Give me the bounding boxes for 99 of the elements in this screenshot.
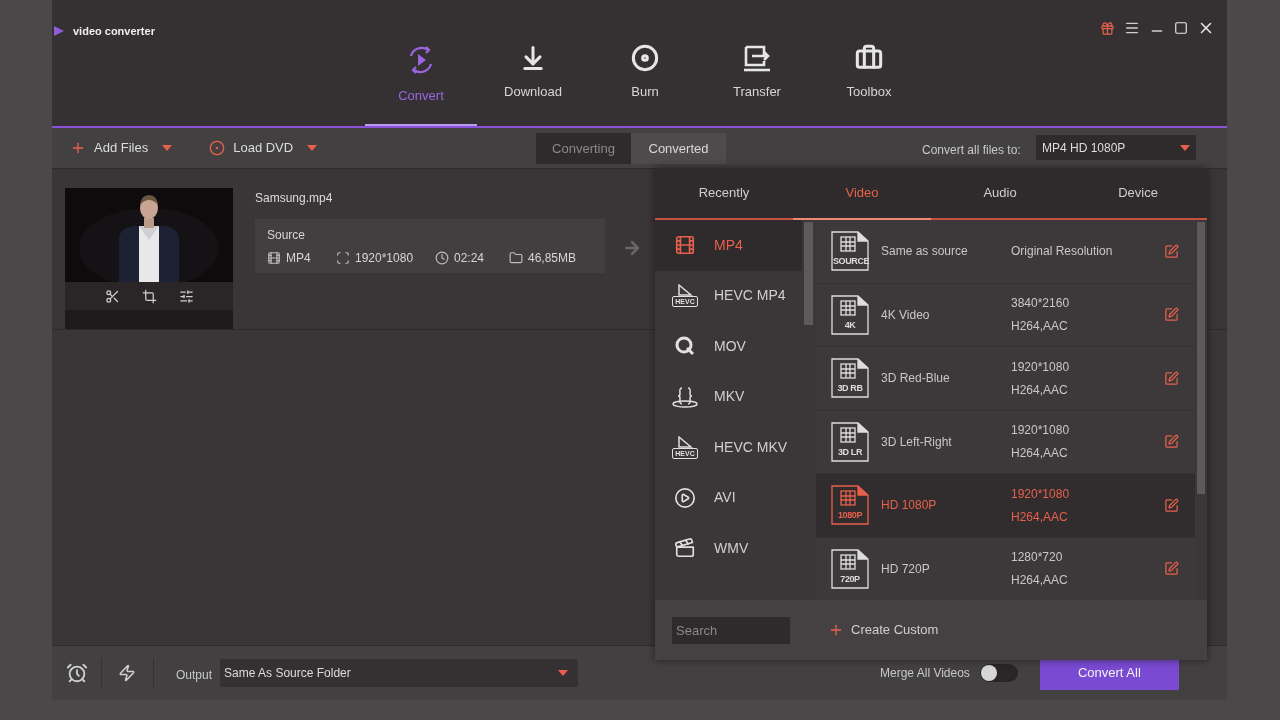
preset-detail: H264,AAC <box>1011 572 1069 590</box>
nav-tab[interactable]: Transfer <box>701 44 813 126</box>
clock-icon <box>435 251 449 265</box>
preset-row[interactable]: 4K 4K Video 3840*2160 H264,AAC <box>816 283 1195 346</box>
plus-icon <box>70 140 86 156</box>
preset-detail: Original Resolution <box>1011 243 1114 261</box>
nav-tab[interactable]: Toolbox <box>813 44 925 126</box>
scissors-icon[interactable] <box>104 288 120 304</box>
app-title: video converter <box>73 24 155 39</box>
nav-tab[interactable]: Download <box>477 44 589 126</box>
preset-name: 3D Red-Blue <box>881 370 951 388</box>
output-label: Output <box>176 666 213 684</box>
arrow-icon <box>622 238 642 258</box>
duration-value: 02:24 <box>454 250 486 267</box>
load-dvd-button[interactable]: Load DVD <box>209 138 294 158</box>
plus-icon <box>828 622 844 638</box>
icon-label: 3D RB <box>836 383 864 395</box>
merge-label: Merge All Videos <box>880 665 970 682</box>
resolution-icon <box>336 251 350 265</box>
quicktime-icon <box>674 335 696 358</box>
logo-icon <box>54 26 64 37</box>
add-files-button[interactable]: Add Files <box>70 138 149 158</box>
disc-icon <box>209 140 226 156</box>
preset-detail: H264,AAC <box>1011 318 1069 336</box>
sliders-icon[interactable] <box>178 288 194 304</box>
format-item[interactable]: WMV <box>655 523 802 574</box>
edit-icon[interactable] <box>1164 434 1179 450</box>
play-triangle-icon <box>677 284 693 297</box>
icon-label: 3D LR <box>837 446 863 458</box>
preset-detail: 1920*1080 <box>1011 485 1071 503</box>
search-field[interactable]: Search <box>672 616 790 644</box>
preset-name: 4K Video <box>881 306 931 324</box>
crop-icon[interactable] <box>141 288 157 304</box>
scrollbar-thumb[interactable] <box>1197 222 1205 494</box>
resolution-value: 1920*1080 <box>355 250 415 267</box>
edit-icon[interactable] <box>1164 243 1179 259</box>
lightning-icon[interactable] <box>118 664 136 682</box>
status-tab[interactable]: Converting <box>536 133 631 164</box>
preset-name: HD 1080P <box>881 497 938 515</box>
caret-icon <box>307 145 318 151</box>
preset-detail: 1280*720 <box>1011 549 1064 567</box>
video-file-icon <box>831 294 869 335</box>
video-file-icon <box>831 421 869 462</box>
preset-detail: 1920*1080 <box>1011 422 1071 440</box>
output-dropdown[interactable]: Same As Source Folder <box>220 659 579 687</box>
preset-name: HD 720P <box>881 560 931 578</box>
maximize-icon[interactable] <box>1174 21 1188 35</box>
source-label: Source <box>267 227 307 244</box>
preset-name: 3D Left-Right <box>881 433 953 451</box>
play-circle-icon <box>674 486 696 509</box>
status-tab[interactable]: Converted <box>631 133 726 164</box>
format-item[interactable]: AVI <box>655 472 802 523</box>
merge-toggle[interactable] <box>979 664 1018 682</box>
preset-detail: H264,AAC <box>1011 381 1069 399</box>
edit-icon[interactable] <box>1164 561 1179 577</box>
edit-icon[interactable] <box>1164 307 1179 323</box>
caret-icon <box>1180 144 1190 151</box>
video-file-icon <box>831 485 869 526</box>
preset-detail: 3840*2160 <box>1011 295 1071 313</box>
scrollbar-thumb[interactable] <box>804 222 813 325</box>
caret-icon <box>558 670 569 676</box>
file-name: Samsung.mp4 <box>255 190 334 207</box>
convert-all-dropdown[interactable]: MP4 HD 1080P <box>1036 135 1196 160</box>
gift-icon[interactable] <box>1100 20 1115 36</box>
alarm-icon[interactable] <box>66 662 88 684</box>
format-item[interactable]: MOV <box>655 321 802 372</box>
film-icon <box>267 251 281 265</box>
video-file-icon <box>831 358 869 399</box>
folder-icon <box>509 251 523 265</box>
play-triangle-icon <box>677 435 693 448</box>
preset-row[interactable]: 3D LR 3D Left-Right 1920*1080 H264,AAC <box>816 410 1195 473</box>
caret-icon <box>162 145 173 151</box>
transfer-icon <box>742 44 772 72</box>
clapperboard-icon <box>674 537 696 560</box>
icon-label: 1080P <box>837 510 863 522</box>
size-value: 46,85MB <box>528 250 577 267</box>
create-custom-button[interactable]: Create Custom <box>828 620 939 640</box>
menu-icon[interactable] <box>1124 20 1140 36</box>
braces-icon <box>671 385 699 408</box>
preset-detail: 1920*1080 <box>1011 358 1071 376</box>
format-value: MP4 <box>286 250 312 267</box>
icon-label: 4K <box>843 319 857 331</box>
edit-icon[interactable] <box>1164 370 1179 386</box>
edit-icon[interactable] <box>1164 497 1179 513</box>
video-file-icon <box>831 548 869 589</box>
preset-detail: H264,AAC <box>1011 445 1069 463</box>
convert-all-label: Convert all files to: <box>922 142 1021 159</box>
disc-icon <box>631 44 659 72</box>
preset-row[interactable]: 720P HD 720P 1280*720 H264,AAC <box>816 537 1195 600</box>
film-icon <box>674 234 696 257</box>
icon-label: 720P <box>839 573 861 585</box>
format-item[interactable]: MKV <box>655 371 802 422</box>
preset-name: Same as source <box>881 243 969 261</box>
preset-row[interactable]: 1080P HD 1080P 1920*1080 H264,AAC <box>816 474 1195 537</box>
preset-row[interactable]: 3D RB 3D Red-Blue 1920*1080 H264,AAC <box>816 347 1195 410</box>
nav-tab[interactable]: Burn <box>589 44 701 126</box>
preset-detail: H264,AAC <box>1011 508 1069 526</box>
format-item[interactable]: MP4 <box>655 220 802 271</box>
toolbox-icon <box>855 44 883 72</box>
